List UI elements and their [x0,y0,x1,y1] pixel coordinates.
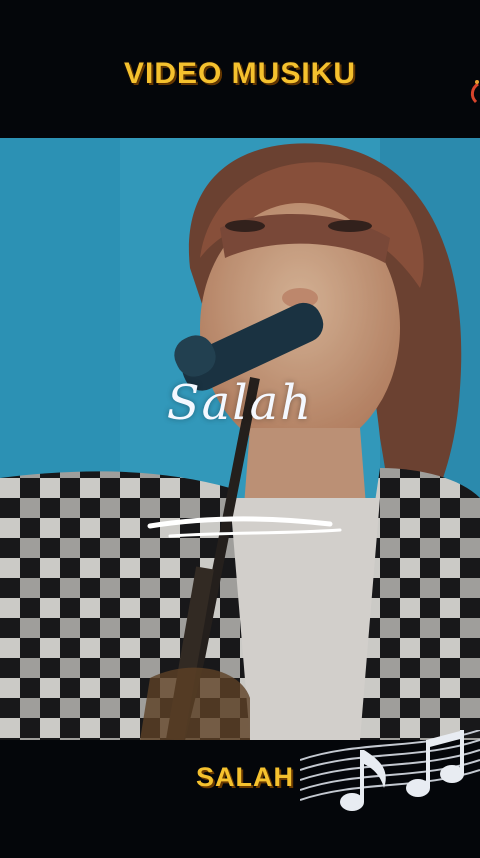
header-title: VIDEO MUSIKU [123,57,357,90]
brand-mark-icon [470,80,479,104]
lyric-caption: Salah [166,375,314,431]
singer-scene [0,138,480,740]
music-notes-icon [300,730,480,811]
song-title: SALAH [196,762,294,792]
video-frame: VIDEO MUSIKU Salah SALAH [0,0,480,858]
video-player[interactable]: Salah [0,138,480,740]
